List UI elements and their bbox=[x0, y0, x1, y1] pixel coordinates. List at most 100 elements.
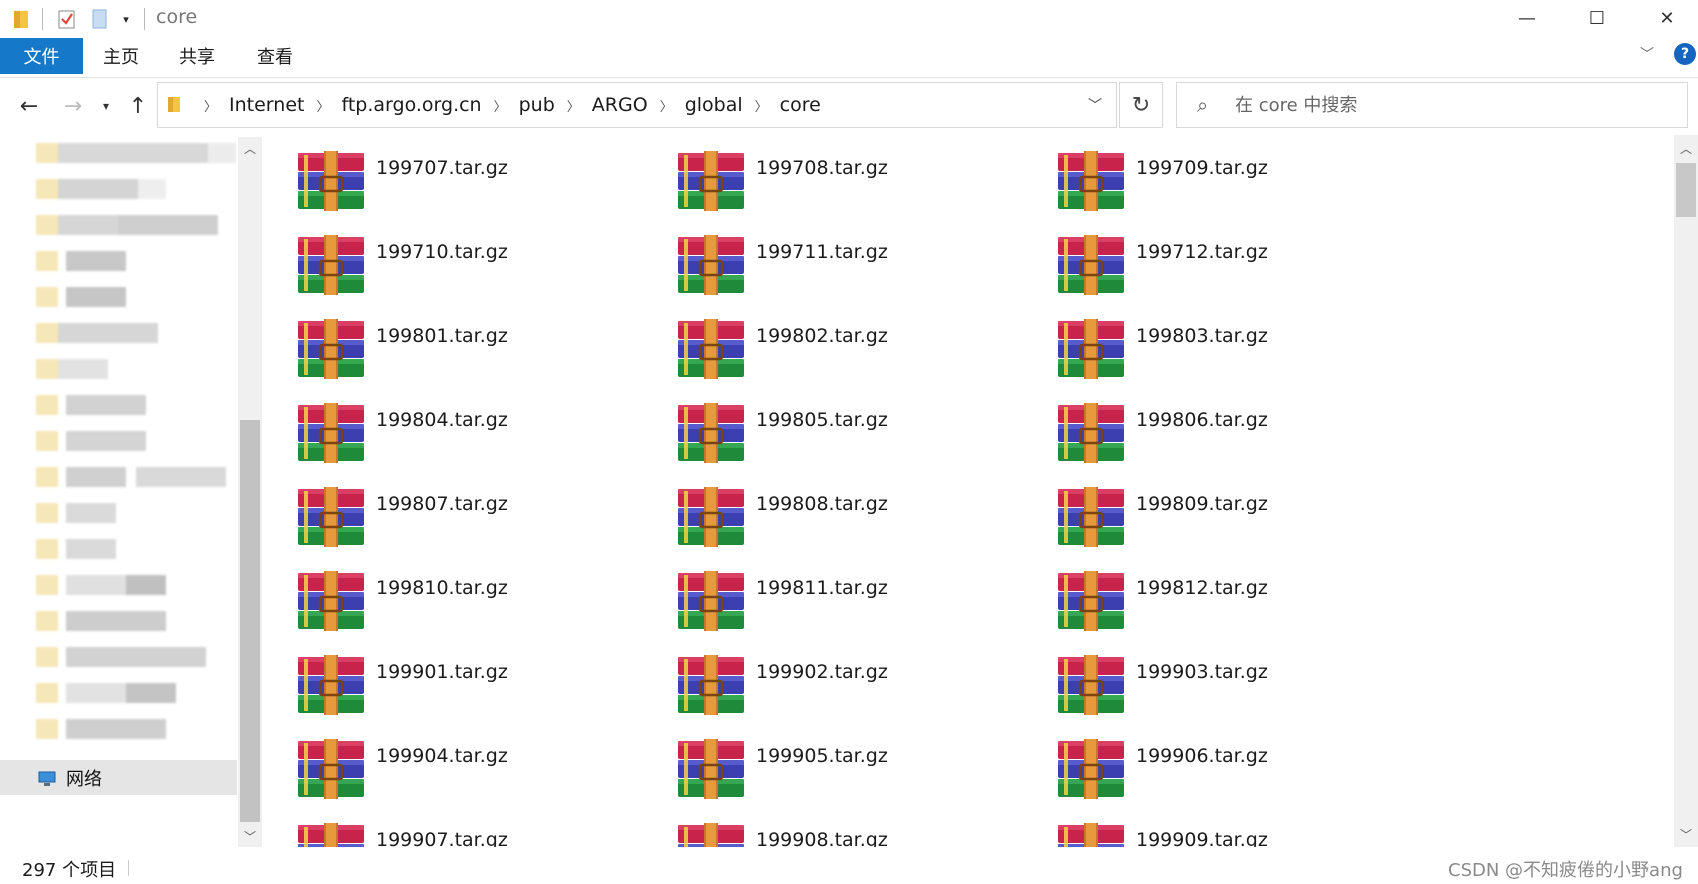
file-item[interactable]: 199801.tar.gz bbox=[268, 303, 638, 381]
close-button[interactable]: ✕ bbox=[1632, 0, 1698, 36]
scrollbar-thumb[interactable] bbox=[1676, 163, 1696, 217]
maximize-button[interactable]: ☐ bbox=[1562, 0, 1632, 36]
archive-icon bbox=[676, 319, 746, 379]
chevron-right-icon[interactable]: 〉 bbox=[755, 96, 768, 115]
archive-icon bbox=[1056, 319, 1126, 379]
scroll-up-arrow-icon[interactable]: ︿ bbox=[238, 137, 262, 159]
nav-item-redacted[interactable] bbox=[36, 143, 236, 165]
file-item[interactable]: 199906.tar.gz bbox=[1028, 723, 1398, 801]
nav-item-redacted[interactable] bbox=[36, 323, 166, 345]
tab-share[interactable]: 共享 bbox=[164, 38, 230, 74]
file-item[interactable]: 199809.tar.gz bbox=[1028, 471, 1398, 549]
nav-item-redacted[interactable] bbox=[36, 431, 146, 453]
file-item[interactable]: 199807.tar.gz bbox=[268, 471, 638, 549]
new-folder-icon[interactable] bbox=[90, 8, 110, 30]
nav-item-redacted[interactable] bbox=[36, 539, 126, 561]
scroll-down-arrow-icon[interactable]: ﹀ bbox=[238, 825, 262, 847]
scroll-up-arrow-icon[interactable]: ︿ bbox=[1674, 137, 1698, 159]
nav-item-redacted[interactable] bbox=[36, 215, 236, 237]
recent-locations-chevron-icon[interactable]: ▾ bbox=[96, 92, 116, 120]
tab-view[interactable]: 查看 bbox=[240, 38, 310, 74]
file-item[interactable]: 199901.tar.gz bbox=[268, 639, 638, 717]
tab-file[interactable]: 文件 bbox=[0, 38, 83, 74]
file-item[interactable]: 199903.tar.gz bbox=[1028, 639, 1398, 717]
nav-item-redacted[interactable] bbox=[36, 251, 146, 273]
refresh-icon[interactable]: ↻ bbox=[1119, 82, 1163, 128]
file-item[interactable]: 199904.tar.gz bbox=[268, 723, 638, 801]
archive-icon bbox=[676, 151, 746, 211]
file-name: 199809.tar.gz bbox=[1136, 493, 1268, 515]
help-icon[interactable]: ? bbox=[1674, 43, 1696, 65]
crumb-internet[interactable]: Internet bbox=[229, 94, 304, 116]
crumb-core[interactable]: core bbox=[780, 94, 821, 116]
file-item[interactable]: 199808.tar.gz bbox=[648, 471, 1018, 549]
file-item[interactable]: 199806.tar.gz bbox=[1028, 387, 1398, 465]
chevron-right-icon[interactable]: 〉 bbox=[494, 96, 507, 115]
nav-item-redacted[interactable] bbox=[36, 611, 176, 633]
properties-icon[interactable] bbox=[56, 8, 78, 30]
search-input[interactable] bbox=[1235, 91, 1665, 119]
scroll-down-arrow-icon[interactable]: ﹀ bbox=[1674, 823, 1698, 845]
archive-icon bbox=[296, 403, 366, 463]
address-history-chevron-icon[interactable]: ﹀ bbox=[1088, 95, 1102, 115]
nav-item-redacted[interactable] bbox=[36, 359, 116, 381]
nav-item-redacted[interactable] bbox=[36, 683, 196, 705]
navigation-pane-scrollbar[interactable]: ︿ ﹀ bbox=[238, 137, 262, 847]
crumb-argo[interactable]: ARGO bbox=[592, 94, 648, 116]
back-arrow-icon[interactable]: ← bbox=[14, 92, 44, 120]
nav-item-redacted[interactable] bbox=[36, 467, 236, 489]
file-item[interactable]: 199710.tar.gz bbox=[268, 219, 638, 297]
file-name: 199901.tar.gz bbox=[376, 661, 508, 683]
file-item[interactable]: 199712.tar.gz bbox=[1028, 219, 1398, 297]
file-item[interactable]: 199908.tar.gz bbox=[648, 807, 1018, 847]
minimize-button[interactable]: — bbox=[1492, 0, 1562, 36]
file-item[interactable]: 199907.tar.gz bbox=[268, 807, 638, 847]
crumb-global[interactable]: global bbox=[685, 94, 743, 116]
file-item[interactable]: 199803.tar.gz bbox=[1028, 303, 1398, 381]
chevron-right-icon[interactable]: 〉 bbox=[316, 96, 329, 115]
file-list-scrollbar[interactable]: ︿ ﹀ bbox=[1674, 135, 1698, 847]
nav-item-network-label: 网络 bbox=[66, 768, 102, 790]
nav-item-redacted[interactable] bbox=[36, 575, 176, 597]
file-item[interactable]: 199811.tar.gz bbox=[648, 555, 1018, 633]
tab-home[interactable]: 主页 bbox=[88, 38, 154, 74]
file-name: 199802.tar.gz bbox=[756, 325, 888, 347]
nav-item-redacted[interactable] bbox=[36, 395, 156, 417]
archive-icon bbox=[1056, 403, 1126, 463]
chevron-right-icon[interactable]: 〉 bbox=[660, 96, 673, 115]
nav-item-redacted[interactable] bbox=[36, 287, 146, 309]
nav-item-redacted[interactable] bbox=[36, 179, 166, 201]
nav-item-network[interactable]: 网络 bbox=[0, 760, 237, 795]
quick-access-dropdown-icon[interactable]: ▾ bbox=[118, 8, 134, 30]
chevron-right-icon[interactable]: 〉 bbox=[567, 96, 580, 115]
nav-item-redacted[interactable] bbox=[36, 503, 126, 525]
file-item[interactable]: 199708.tar.gz bbox=[648, 135, 1018, 213]
folder-icon bbox=[168, 97, 180, 112]
nav-item-redacted[interactable] bbox=[36, 647, 216, 669]
chevron-right-icon[interactable]: 〉 bbox=[204, 96, 217, 115]
crumb-pub[interactable]: pub bbox=[519, 94, 555, 116]
file-item[interactable]: 199709.tar.gz bbox=[1028, 135, 1398, 213]
file-item[interactable]: 199812.tar.gz bbox=[1028, 555, 1398, 633]
archive-icon bbox=[296, 151, 366, 211]
ribbon-expand-chevron-icon[interactable]: ﹀ bbox=[1640, 44, 1654, 64]
forward-arrow-icon[interactable]: → bbox=[58, 92, 88, 120]
address-bar[interactable]: 〉 Internet 〉 ftp.argo.org.cn 〉 pub 〉 ARG… bbox=[157, 82, 1117, 128]
search-box[interactable]: ⌕ bbox=[1176, 82, 1688, 128]
crumb-host[interactable]: ftp.argo.org.cn bbox=[341, 94, 481, 116]
file-item[interactable]: 199909.tar.gz bbox=[1028, 807, 1398, 847]
file-item[interactable]: 199810.tar.gz bbox=[268, 555, 638, 633]
file-item[interactable]: 199711.tar.gz bbox=[648, 219, 1018, 297]
watermark: CSDN @不知疲倦的小野ang bbox=[1448, 860, 1683, 881]
file-name: 199905.tar.gz bbox=[756, 745, 888, 767]
up-arrow-icon[interactable]: ↑ bbox=[124, 92, 152, 120]
file-item[interactable]: 199802.tar.gz bbox=[648, 303, 1018, 381]
scrollbar-thumb[interactable] bbox=[240, 420, 260, 822]
file-item[interactable]: 199902.tar.gz bbox=[648, 639, 1018, 717]
file-item[interactable]: 199804.tar.gz bbox=[268, 387, 638, 465]
file-item[interactable]: 199707.tar.gz bbox=[268, 135, 638, 213]
nav-item-redacted[interactable] bbox=[36, 719, 186, 741]
file-item[interactable]: 199805.tar.gz bbox=[648, 387, 1018, 465]
file-item[interactable]: 199905.tar.gz bbox=[648, 723, 1018, 801]
archive-icon bbox=[1056, 823, 1126, 847]
